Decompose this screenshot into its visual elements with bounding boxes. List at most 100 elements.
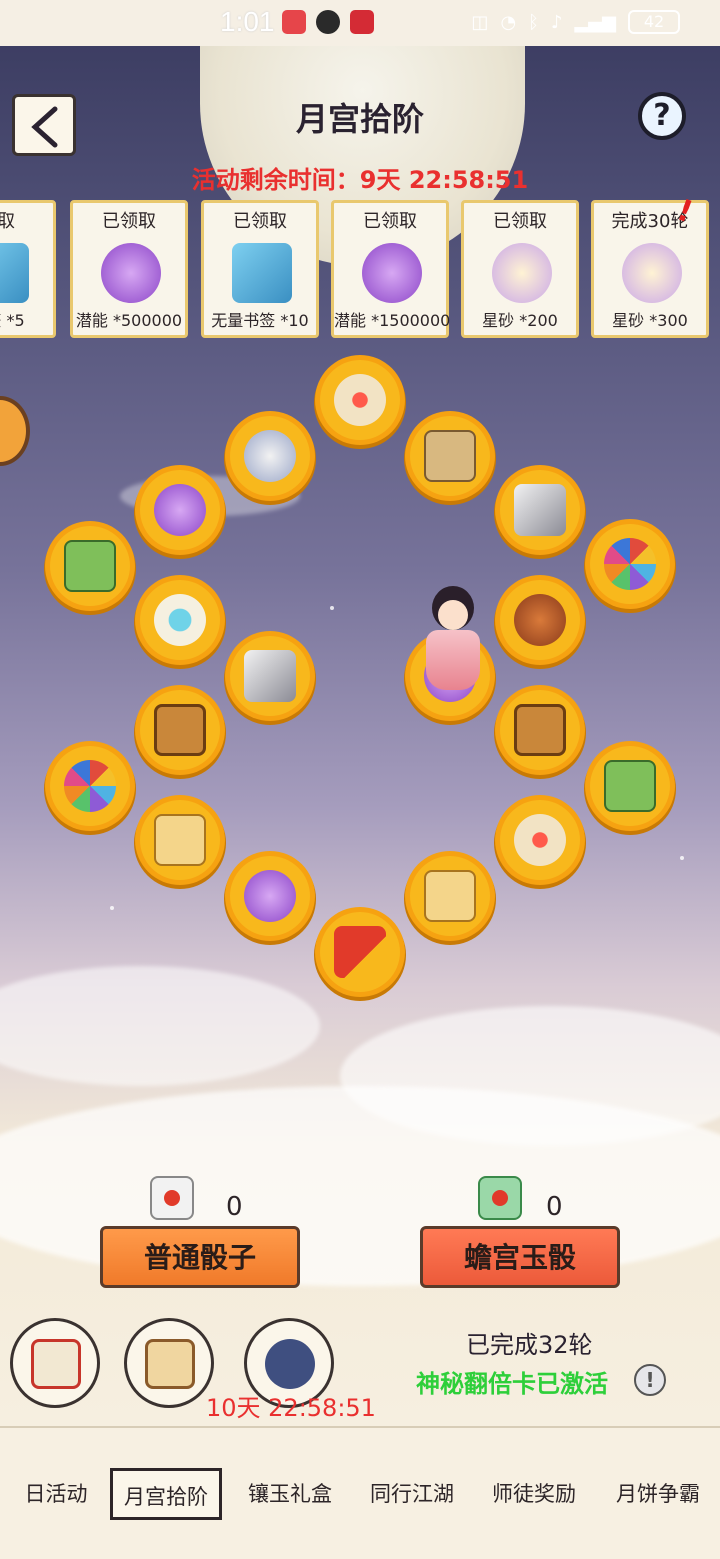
reward-card[interactable]: 完成30轮 星砂 *300 xyxy=(591,200,709,338)
tab-jade-gift-box[interactable]: 镶玉礼盒 xyxy=(238,1468,342,1520)
board-tile xyxy=(500,800,580,880)
reward-status: 已领取 xyxy=(233,211,287,232)
pearl-hand-icon xyxy=(334,374,386,426)
calendar-checkin-button[interactable] xyxy=(10,1318,100,1408)
bottom-tab-bar: 日活动 月宫拾阶 镶玉礼盒 同行江湖 师徒奖励 月饼争霸 xyxy=(0,1426,720,1559)
reward-card[interactable]: 已领取 无量书签 *10 xyxy=(201,200,319,338)
reward-status: 已领取 xyxy=(363,211,417,232)
board-tile xyxy=(230,636,310,716)
secret-book-icon xyxy=(64,540,116,592)
countdown-text: 10天 22:58:51 xyxy=(206,1394,376,1422)
normal-dice-button[interactable]: 普通骰子 xyxy=(100,1226,300,1288)
reward-card[interactable]: 领取 书签 *5 xyxy=(0,200,56,338)
system-icons: ◫ ◔ ᛒ ♪ ▂▄▆ 42 xyxy=(471,10,680,34)
board-tile xyxy=(230,856,310,936)
reward-name: 潜能 *1500000 xyxy=(334,311,451,330)
notification-icons xyxy=(282,10,374,34)
bookmark-icon xyxy=(0,243,29,303)
reward-name: 星砂 *300 xyxy=(612,311,688,330)
reward-status: 已领取 xyxy=(493,211,547,232)
jade-dice-button[interactable]: 蟾宫玉骰 xyxy=(420,1226,620,1288)
tab-companions[interactable]: 同行江湖 xyxy=(360,1468,464,1520)
normal-dice-icon xyxy=(150,1176,194,1220)
side-avatar-icon[interactable] xyxy=(0,396,30,466)
board-tile xyxy=(410,856,490,936)
tab-daily-activity[interactable]: 日活动 xyxy=(14,1468,98,1520)
flag-icon xyxy=(334,926,386,978)
bluetooth-icon: ᛒ xyxy=(528,11,539,33)
reward-card[interactable]: 已领取 星砂 *200 xyxy=(461,200,579,338)
reward-status: 已领取 xyxy=(102,211,156,232)
board-tile xyxy=(50,526,130,606)
reward-name: 无量书签 *10 xyxy=(211,311,309,330)
potential-orb-icon xyxy=(154,484,206,536)
general-store-icon xyxy=(145,1339,195,1389)
board-tile xyxy=(230,416,310,496)
board-tile xyxy=(140,580,220,660)
huawei-app-icon xyxy=(282,10,306,34)
question-icon: ? xyxy=(653,98,671,133)
game-scene: 月宫拾阶 ? 活动剩余时间：9天 22:58:51 领取 书签 *5 已领取 潜… xyxy=(0,46,720,1426)
board-tile xyxy=(590,524,670,604)
board-tile xyxy=(500,580,580,660)
potential-orb-icon xyxy=(244,870,296,922)
nfc-icon: ◫ xyxy=(471,11,489,33)
potential-orb-icon xyxy=(101,243,161,303)
jade-dice-count: 0 xyxy=(546,1192,563,1222)
clock: 1:01 xyxy=(220,6,275,37)
signal-icon: ▂▄▆ xyxy=(574,11,616,33)
battery-indicator: 42 xyxy=(628,10,680,34)
board-tile xyxy=(590,746,670,826)
reward-name: 星砂 *200 xyxy=(482,311,558,330)
jade-dice-icon xyxy=(478,1176,522,1220)
medal-icon xyxy=(424,870,476,922)
pearl-shell-icon xyxy=(154,594,206,646)
treasure-chest-icon xyxy=(514,704,566,756)
scroll-icon xyxy=(244,650,296,702)
tab-moon-palace[interactable]: 月宫拾阶 xyxy=(110,1468,222,1520)
bank-app-icon xyxy=(350,10,374,34)
reward-card[interactable]: 已领取 潜能 *500000 xyxy=(70,200,188,338)
star-sand-bag-icon xyxy=(492,243,552,303)
normal-dice-count: 0 xyxy=(226,1192,243,1222)
lucky-wheel-icon xyxy=(64,760,116,812)
medal-icon xyxy=(154,814,206,866)
completed-rounds: 已完成32轮 xyxy=(466,1331,593,1359)
status-bar: 1:01 ◫ ◔ ᛒ ♪ ▂▄▆ 42 xyxy=(0,0,720,46)
tab-mooncake-battle[interactable]: 月饼争霸 xyxy=(604,1468,712,1520)
tab-mentor-rewards[interactable]: 师徒奖励 xyxy=(482,1468,586,1520)
mute-icon: ♪ xyxy=(550,11,563,33)
qq-icon xyxy=(316,10,340,34)
board-tile xyxy=(140,690,220,770)
scroll-icon xyxy=(514,484,566,536)
page-title: 月宫拾阶 xyxy=(295,100,424,138)
reward-name: 书签 *5 xyxy=(0,311,25,330)
board-tile xyxy=(500,470,580,550)
book-icon xyxy=(424,430,476,482)
activity-timer: 活动剩余时间：9天 22:58:51 xyxy=(191,166,529,194)
calendar-icon xyxy=(31,1339,81,1389)
character-portrait-icon xyxy=(265,1339,315,1389)
horse-icon xyxy=(244,430,296,482)
reward-status: 领取 xyxy=(0,211,15,232)
lucky-wheel-icon xyxy=(604,538,656,590)
board-tile xyxy=(410,416,490,496)
treasure-chest-icon xyxy=(154,704,206,756)
pearl-hand-icon xyxy=(514,814,566,866)
board-tile xyxy=(500,690,580,770)
board-tile xyxy=(140,470,220,550)
bookmark-icon xyxy=(232,243,292,303)
potential-orb-icon xyxy=(362,243,422,303)
player-character xyxy=(418,586,488,696)
reward-card[interactable]: 已领取 潜能 *1500000 xyxy=(331,200,451,338)
tea-set-icon xyxy=(514,594,566,646)
board-tile xyxy=(320,912,400,992)
help-button[interactable]: ? xyxy=(638,92,686,140)
board-tile xyxy=(140,800,220,880)
star-sand-bag-icon xyxy=(622,243,682,303)
reward-name: 潜能 *500000 xyxy=(75,311,183,330)
board-tile xyxy=(50,746,130,826)
shop-button[interactable] xyxy=(124,1318,214,1408)
info-icon[interactable]: ! xyxy=(634,1364,666,1396)
board-tile xyxy=(320,360,400,440)
